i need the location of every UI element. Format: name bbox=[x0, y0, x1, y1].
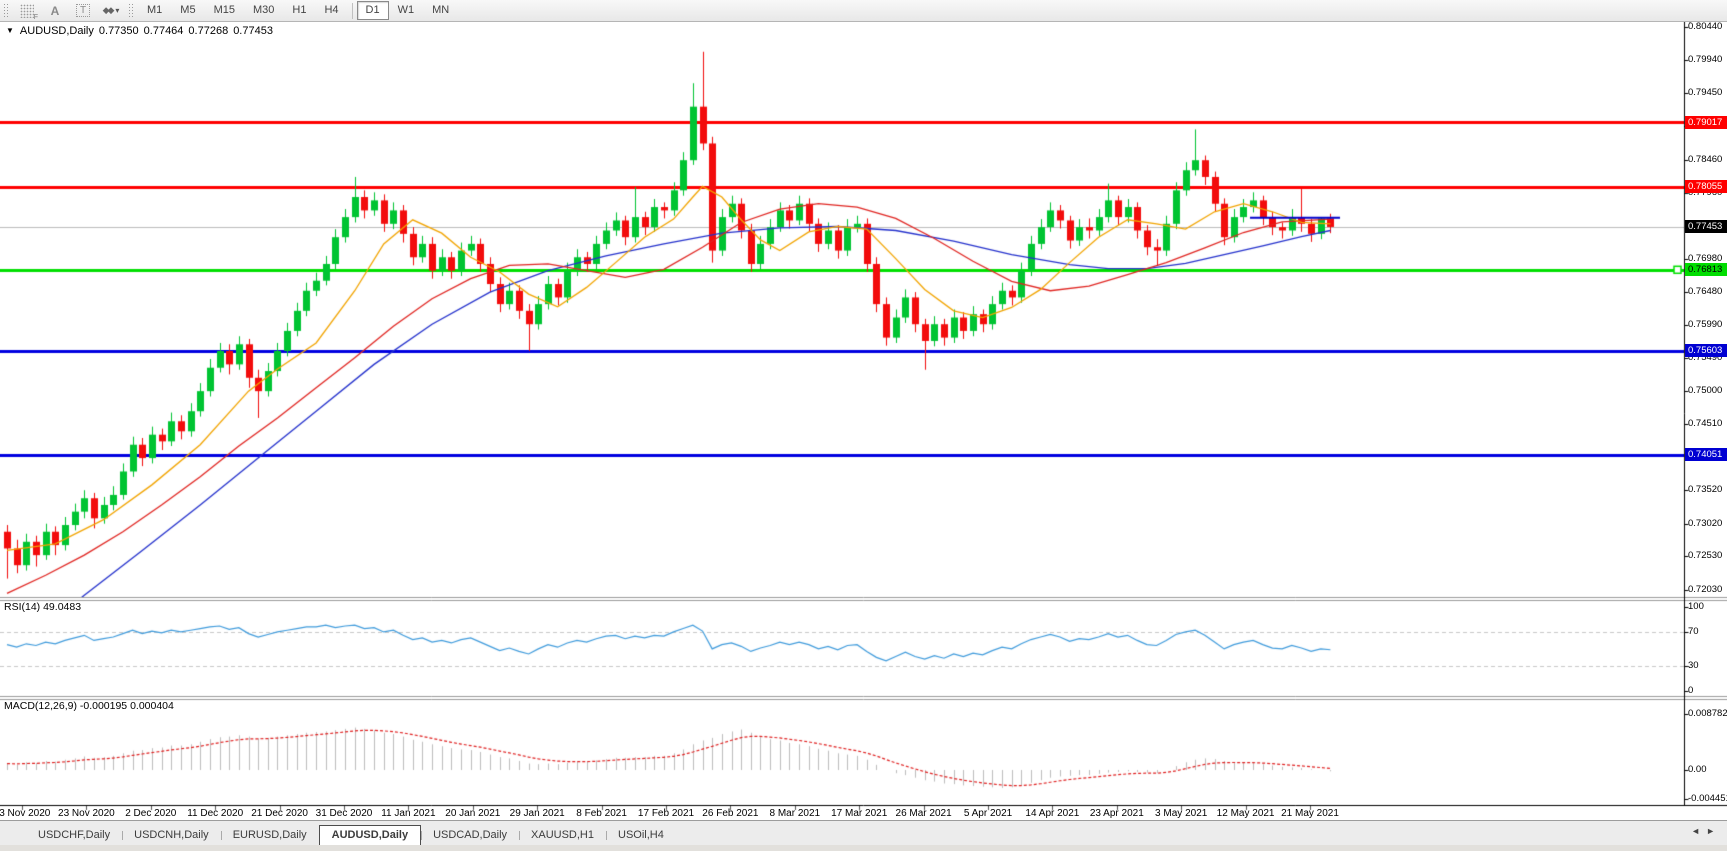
price-axis-label: 0.76480 bbox=[1688, 286, 1723, 298]
cursor-tools-button[interactable]: ◆◆ ▾ bbox=[98, 1, 124, 20]
chart-tab-usdchf[interactable]: USDCHF,Daily bbox=[26, 826, 122, 845]
chart-tab-usoil[interactable]: USOil,H4 bbox=[606, 826, 676, 845]
date-axis-label: 23 Apr 2021 bbox=[1089, 808, 1144, 819]
chart-tab-audusd[interactable]: AUDUSD,Daily bbox=[318, 825, 422, 845]
chart-canvas[interactable] bbox=[0, 0, 1727, 851]
date-axis-label: 29 Jan 2021 bbox=[509, 808, 565, 819]
tab-scroll-arrows: ◄► bbox=[1691, 826, 1721, 836]
rsi-axis-label: 0 bbox=[1688, 685, 1694, 697]
toolbar: F A T ◆◆ ▾ M1 M5 M15 M30 H1 H4 D1 W1 MN bbox=[0, 0, 1727, 22]
price-axis-label: 0.76980 bbox=[1688, 252, 1723, 264]
date-axis-label: 17 Feb 2021 bbox=[637, 808, 695, 819]
date-axis-label: 26 Mar 2021 bbox=[895, 808, 952, 819]
letter-a-icon: A bbox=[50, 3, 60, 18]
chart-title: ▼ AUDUSD,Daily 0.77350 0.77464 0.77268 0.7745… bbox=[6, 25, 273, 37]
date-axis-label: 3 May 2021 bbox=[1155, 808, 1208, 819]
price-axis-label: 0.72530 bbox=[1688, 550, 1723, 562]
chevron-down-icon: ▾ bbox=[115, 6, 120, 15]
chart-tab-eurusd[interactable]: EURUSD,Daily bbox=[220, 826, 319, 845]
timeframe-toolbar: M1 M5 M15 M30 H1 H4 D1 W1 MN bbox=[138, 1, 458, 20]
price-axis-label: 0.73520 bbox=[1688, 484, 1723, 496]
rsi-axis-label: 100 bbox=[1688, 600, 1704, 612]
date-axis-label: 21 May 2021 bbox=[1281, 808, 1339, 819]
price-axis-label: 0.73020 bbox=[1688, 517, 1723, 529]
text-box-icon[interactable]: T bbox=[70, 1, 96, 20]
price-axis-label: 0.79940 bbox=[1688, 54, 1723, 66]
rsi-axis-label: 30 bbox=[1688, 659, 1699, 671]
price-tag: 0.78055 bbox=[1685, 180, 1727, 194]
date-axis-label: 23 Nov 2020 bbox=[58, 808, 115, 819]
macd-axis-label: 0.008782 bbox=[1688, 707, 1727, 719]
close-value: 0.77453 bbox=[233, 25, 273, 37]
application-window: F A T ◆◆ ▾ M1 M5 M15 M30 H1 H4 D1 W1 MN ▼ AUDUSD,… bbox=[0, 0, 1727, 851]
macd-axis-label: -0.004451 bbox=[1688, 792, 1727, 804]
date-axis-label: 5 Apr 2021 bbox=[963, 808, 1013, 819]
timeframe-button-MN[interactable]: MN bbox=[423, 1, 458, 20]
price-tag: 0.77453 bbox=[1685, 220, 1727, 234]
date-axis-label: 8 Feb 2021 bbox=[576, 808, 627, 819]
chart-tab-usdcad[interactable]: USDCAD,Daily bbox=[421, 826, 519, 845]
text-label-icon[interactable]: A bbox=[42, 1, 68, 20]
toolbar-grip[interactable] bbox=[128, 3, 135, 18]
cursor-tools-icon: ◆◆ bbox=[102, 5, 115, 15]
symbol-period-label: AUDUSD,Daily bbox=[19, 25, 94, 37]
price-axis-label: 0.75000 bbox=[1688, 385, 1723, 397]
tab-scroll-right-icon[interactable]: ► bbox=[1706, 826, 1721, 836]
timeframe-button-M5[interactable]: M5 bbox=[171, 1, 204, 20]
tab-scroll-left-icon[interactable]: ◄ bbox=[1691, 826, 1706, 836]
price-axis-label: 0.78460 bbox=[1688, 153, 1723, 165]
toolbar-separator bbox=[351, 2, 353, 19]
date-axis-label: 21 Dec 2020 bbox=[251, 808, 308, 819]
price-axis-label: 0.74510 bbox=[1688, 417, 1723, 429]
timeframe-button-M30[interactable]: M30 bbox=[244, 1, 283, 20]
price-axis-label: 0.72030 bbox=[1688, 583, 1723, 595]
price-tag: 0.79017 bbox=[1685, 115, 1727, 129]
letter-t-icon: T bbox=[75, 4, 91, 17]
title-dropdown-icon: ▼ bbox=[6, 26, 14, 35]
high-value: 0.77464 bbox=[143, 25, 184, 37]
rsi-axis-label: 70 bbox=[1688, 625, 1699, 637]
macd-axis-label: 0.00 bbox=[1688, 764, 1707, 775]
date-axis-label: 26 Feb 2021 bbox=[702, 808, 759, 819]
date-axis-label: 13 Nov 2020 bbox=[0, 808, 51, 819]
date-axis-label: 17 Mar 2021 bbox=[831, 808, 888, 819]
chart-tab-bar: USDCHF,Daily USDCNH,Daily EURUSD,Daily AUDU… bbox=[0, 820, 1727, 845]
timeframe-button-W1[interactable]: W1 bbox=[389, 1, 424, 20]
date-axis-label: 12 May 2021 bbox=[1216, 808, 1275, 819]
price-tag: 0.74051 bbox=[1685, 448, 1727, 462]
date-axis-label: 20 Jan 2021 bbox=[445, 808, 501, 819]
price-axis-label: 0.75990 bbox=[1688, 318, 1723, 330]
date-axis-label: 2 Dec 2020 bbox=[125, 808, 177, 819]
rsi-indicator-label: RSI(14) 49.0483 bbox=[4, 601, 82, 613]
macd-indicator-label: MACD(12,26,9) -0.000195 0.000404 bbox=[4, 700, 174, 712]
timeframe-button-M1[interactable]: M1 bbox=[138, 1, 171, 20]
open-value: 0.77350 bbox=[98, 25, 139, 37]
window-bottom-strip bbox=[0, 845, 1727, 851]
date-axis-label: 8 Mar 2021 bbox=[769, 808, 821, 819]
date-axis-label: 11 Jan 2021 bbox=[381, 808, 436, 819]
date-axis-label: 14 Apr 2021 bbox=[1025, 808, 1080, 819]
timeframe-button-H4[interactable]: H4 bbox=[315, 1, 347, 20]
date-axis-label: 11 Dec 2020 bbox=[187, 808, 244, 819]
timeframe-button-M15[interactable]: M15 bbox=[205, 1, 244, 20]
grid-f-icon[interactable]: F bbox=[14, 1, 40, 21]
price-tag: 0.75603 bbox=[1685, 344, 1727, 358]
toolbar-grip[interactable] bbox=[3, 3, 10, 18]
date-axis-label: 31 Dec 2020 bbox=[315, 808, 373, 819]
timeframe-button-D1[interactable]: D1 bbox=[356, 1, 389, 20]
grid-f-icon-glyph: F bbox=[20, 3, 38, 21]
low-value: 0.77268 bbox=[188, 25, 229, 37]
timeframe-button-H1[interactable]: H1 bbox=[283, 1, 315, 20]
chart-tab-usdcnh[interactable]: USDCNH,Daily bbox=[122, 826, 221, 845]
price-tag: 0.76813 bbox=[1685, 263, 1727, 277]
chart-tab-xauusd[interactable]: XAUUSD,H1 bbox=[519, 826, 606, 845]
price-axis-label: 0.79450 bbox=[1688, 87, 1723, 99]
